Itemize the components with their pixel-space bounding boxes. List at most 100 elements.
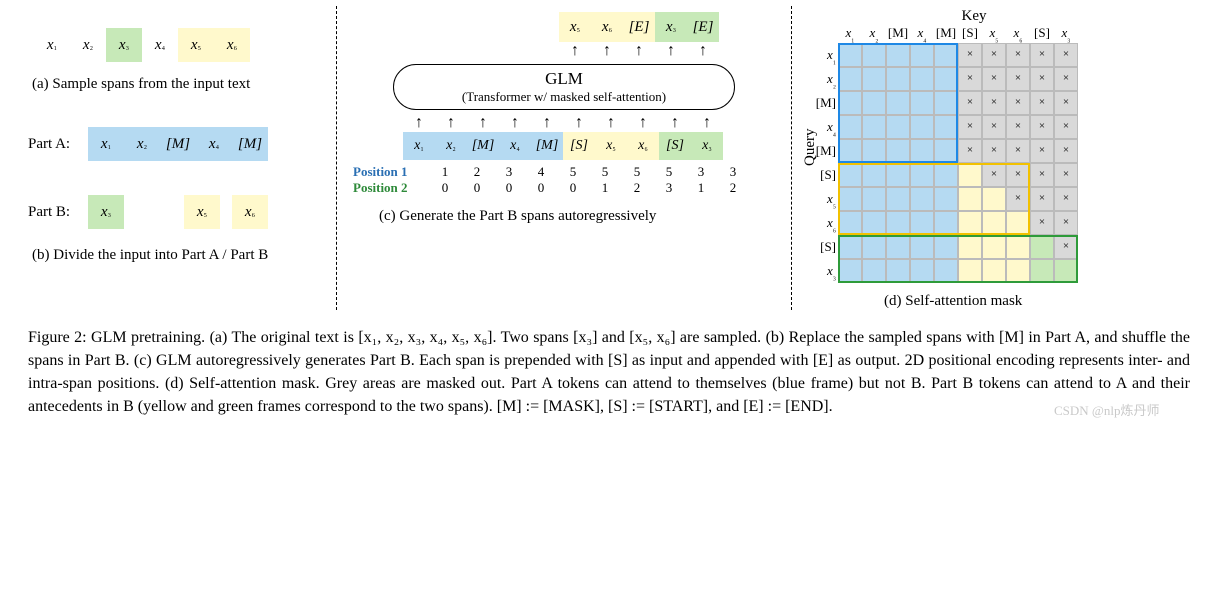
mask-cell: × [1030,163,1054,187]
in-token: [S] [659,132,691,160]
token: x₂ [70,28,106,62]
pos-num: 5 [621,164,653,180]
mask-cell: × [958,67,982,91]
panel-d: Key Query x₁x₂[M]x₄[M][S]x₅x₆[S]x₃ x₁×××… [804,6,1144,310]
figure-wrap: x₁x₂x₃x₄x₅x₆ (a) Sample spans from the i… [0,0,1218,429]
panel-d-caption: (d) Self-attention mask [884,293,1144,310]
query-label: [M] [808,143,836,159]
output-tokens: x₅x₆[E]x₃[E] [559,12,779,42]
key-header: [M] [934,25,958,43]
query-label: x₂ [808,71,836,89]
arrow-up-icon: ↑ [435,114,467,132]
key-header: [S] [958,25,982,43]
query-label: x₆ [808,215,836,233]
token: x₄ [142,28,178,62]
mask-cell: × [982,91,1006,115]
in-token: x₅ [595,132,627,160]
glm-box: GLM (Transformer w/ masked self-attentio… [393,64,735,110]
pos-num: 0 [493,180,525,196]
key-headers: x₁x₂[M]x₄[M][S]x₅x₆[S]x₃ [838,25,1144,43]
mask-cell: × [1054,67,1078,91]
pos-num: 5 [653,164,685,180]
arrow-up-icon: ↑ [627,114,659,132]
token: [M] [160,127,196,161]
query-label: x₅ [808,191,836,209]
arrow-up-icon: ↑ [499,114,531,132]
arrow-up-icon: ↑ [559,42,591,60]
frame-yellow [838,163,1030,235]
key-title: Key [804,8,1144,25]
mask-cell: × [958,139,982,163]
pos2-row: Position 2 0000012312 [349,180,779,196]
pos1-row: Position 1 1234555533 [349,164,779,180]
query-label: x₁ [808,47,836,65]
arrow-up-icon: ↑ [623,42,655,60]
pos-num: 2 [461,164,493,180]
mask-cell: × [958,43,982,67]
mask-cell: × [958,91,982,115]
figure-caption: Figure 2: GLM pretraining. (a) The origi… [28,326,1190,419]
arrow-up-icon: ↑ [687,42,719,60]
key-header: x₄ [910,25,934,43]
key-header: [M] [886,25,910,43]
key-header: x₁ [838,25,862,43]
mask-cell: × [1030,139,1054,163]
separator-2 [791,6,792,310]
mask-cell: × [1006,139,1030,163]
out-token: x₅ [559,12,591,42]
out-token: [E] [687,12,719,42]
mask-cell: × [1054,163,1078,187]
mask-cell: × [1030,91,1054,115]
in-token: x₁ [403,132,435,160]
query-label: [S] [808,167,836,183]
attention-grid: x₁×××××x₂×××××[M]×××××x₄×××××[M]×××××[S]… [838,43,1144,283]
part-b-row: Part B: x₃x₅x₆ [28,195,324,229]
token: [M] [232,127,268,161]
watermark: CSDN @nlp炼丹师 [1054,400,1204,419]
token: x₂ [124,127,160,161]
mask-cell: × [1006,43,1030,67]
pos1-label: Position 1 [349,164,429,180]
mask-cell: × [1054,187,1078,211]
pos-num: 0 [461,180,493,196]
token: x₃ [106,28,142,62]
mask-cell: × [1054,139,1078,163]
token: x₆ [214,28,250,62]
in-token: x₆ [627,132,659,160]
in-token: [M] [531,132,563,160]
in-token: x₂ [435,132,467,160]
query-label: x₃ [808,263,836,281]
mask-cell: × [1030,211,1054,235]
out-token: x₆ [591,12,623,42]
token: x₁ [88,127,124,161]
mask-cell: × [1054,43,1078,67]
key-header: x₂ [862,25,886,43]
mask-cell: × [1006,115,1030,139]
panel-a-caption: (a) Sample spans from the input text [32,76,324,93]
panel-c: x₅x₆[E]x₃[E] ↑↑↑↑↑ GLM (Transformer w/ m… [349,6,779,310]
part-a-row: Part A: x₁x₂[M]x₄[M] [28,127,324,161]
panel-a: x₁x₂x₃x₄x₅x₆ (a) Sample spans from the i… [14,6,324,310]
in-token: [M] [467,132,499,160]
key-header: x₅ [982,25,1006,43]
mask-cell: × [1054,115,1078,139]
mask-cell: × [982,139,1006,163]
pos-num: 1 [429,164,461,180]
key-header: x₆ [1006,25,1030,43]
mask-cell: × [1054,211,1078,235]
pos-num: 0 [429,180,461,196]
query-label: [M] [808,95,836,111]
pos-num: 0 [557,180,589,196]
pos-num: 5 [589,164,621,180]
token: x₆ [232,195,268,229]
mask-cell: × [1030,43,1054,67]
part-a-label: Part A: [28,136,88,153]
arrow-up-icon: ↑ [655,42,687,60]
pos-num: 3 [685,164,717,180]
key-header: x₃ [1054,25,1078,43]
mask-cell: × [1006,91,1030,115]
out-token: [E] [623,12,655,42]
arrow-up-icon: ↑ [595,114,627,132]
mask-cell: × [982,115,1006,139]
panel-a-tokens: x₁x₂x₃x₄x₅x₆ [34,28,324,62]
